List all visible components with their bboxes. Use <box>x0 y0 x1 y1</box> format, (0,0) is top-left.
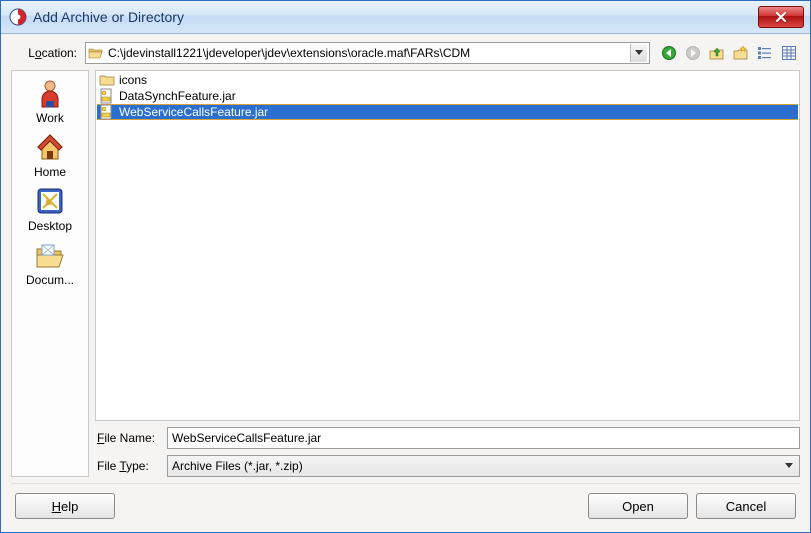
folder-open-icon <box>34 239 66 271</box>
place-label: Docum... <box>26 273 74 287</box>
titlebar: Add Archive or Directory <box>1 1 810 34</box>
location-combobox[interactable]: C:\jdevinstall1221\jdeveloper\jdev\exten… <box>85 42 650 64</box>
back-button[interactable] <box>658 42 680 64</box>
place-label: Desktop <box>28 219 72 233</box>
dialog-body: Location: C:\jdevinstall1221\jdeveloper\… <box>1 34 810 532</box>
filetype-label: File Type: <box>95 459 167 473</box>
location-path-text: C:\jdevinstall1221\jdeveloper\jdev\exten… <box>108 46 626 60</box>
filetype-combobox[interactable]: Archive Files (*.jar, *.zip) <box>167 455 800 477</box>
details-view-button[interactable] <box>778 42 800 64</box>
location-row: Location: C:\jdevinstall1221\jdeveloper\… <box>11 42 800 64</box>
file-list[interactable]: icons DataSynchFeature.jar <box>95 70 800 421</box>
file-name: icons <box>119 73 147 87</box>
forward-arrow-icon <box>685 45 701 61</box>
filename-input[interactable] <box>167 427 800 449</box>
details-view-icon <box>781 45 797 61</box>
place-desktop[interactable]: Desktop <box>12 183 88 237</box>
list-item[interactable]: WebServiceCallsFeature.jar <box>97 104 798 120</box>
place-label: Work <box>36 111 64 125</box>
filetype-value: Archive Files (*.jar, *.zip) <box>172 459 783 473</box>
open-button[interactable]: Open <box>588 493 688 519</box>
list-view-icon <box>757 45 773 61</box>
file-name: WebServiceCallsFeature.jar <box>119 105 268 119</box>
chevron-down-icon <box>783 463 795 469</box>
app-icon <box>9 8 27 26</box>
list-view-button[interactable] <box>754 42 776 64</box>
back-arrow-icon <box>661 45 677 61</box>
place-work[interactable]: Work <box>12 75 88 129</box>
filename-label: File Name: <box>95 431 167 445</box>
folder-icon <box>99 72 115 88</box>
forward-button[interactable] <box>682 42 704 64</box>
files-area: icons DataSynchFeature.jar <box>95 70 800 477</box>
help-button[interactable]: Help <box>15 493 115 519</box>
list-item[interactable]: DataSynchFeature.jar <box>97 88 798 104</box>
person-icon <box>34 77 66 109</box>
dialog-window: Add Archive or Directory Location: C:\jd… <box>0 0 811 533</box>
new-folder-button[interactable] <box>730 42 752 64</box>
location-toolbar <box>658 42 800 64</box>
jar-icon <box>99 88 115 104</box>
cancel-button[interactable]: Cancel <box>696 493 796 519</box>
jar-icon <box>99 104 115 120</box>
place-home[interactable]: Home <box>12 129 88 183</box>
desktop-icon <box>34 185 66 217</box>
close-button[interactable] <box>758 6 804 28</box>
filename-row: File Name: <box>95 427 800 449</box>
up-folder-icon <box>709 45 725 61</box>
filetype-row: File Type: Archive Files (*.jar, *.zip) <box>95 455 800 477</box>
folder-open-icon <box>88 45 104 61</box>
new-folder-icon <box>733 45 749 61</box>
file-name: DataSynchFeature.jar <box>119 89 236 103</box>
place-label: Home <box>34 165 66 179</box>
location-dropdown-button[interactable] <box>630 44 647 62</box>
location-label: Location: <box>11 46 81 60</box>
close-icon <box>775 12 787 22</box>
up-button[interactable] <box>706 42 728 64</box>
places-bar: Work Home <box>11 70 89 477</box>
house-icon <box>34 131 66 163</box>
window-title: Add Archive or Directory <box>33 9 758 25</box>
place-documents[interactable]: Docum... <box>12 237 88 291</box>
list-item[interactable]: icons <box>97 72 798 88</box>
button-bar: Help Open Cancel <box>11 483 800 526</box>
mid-area: Work Home <box>11 70 800 477</box>
